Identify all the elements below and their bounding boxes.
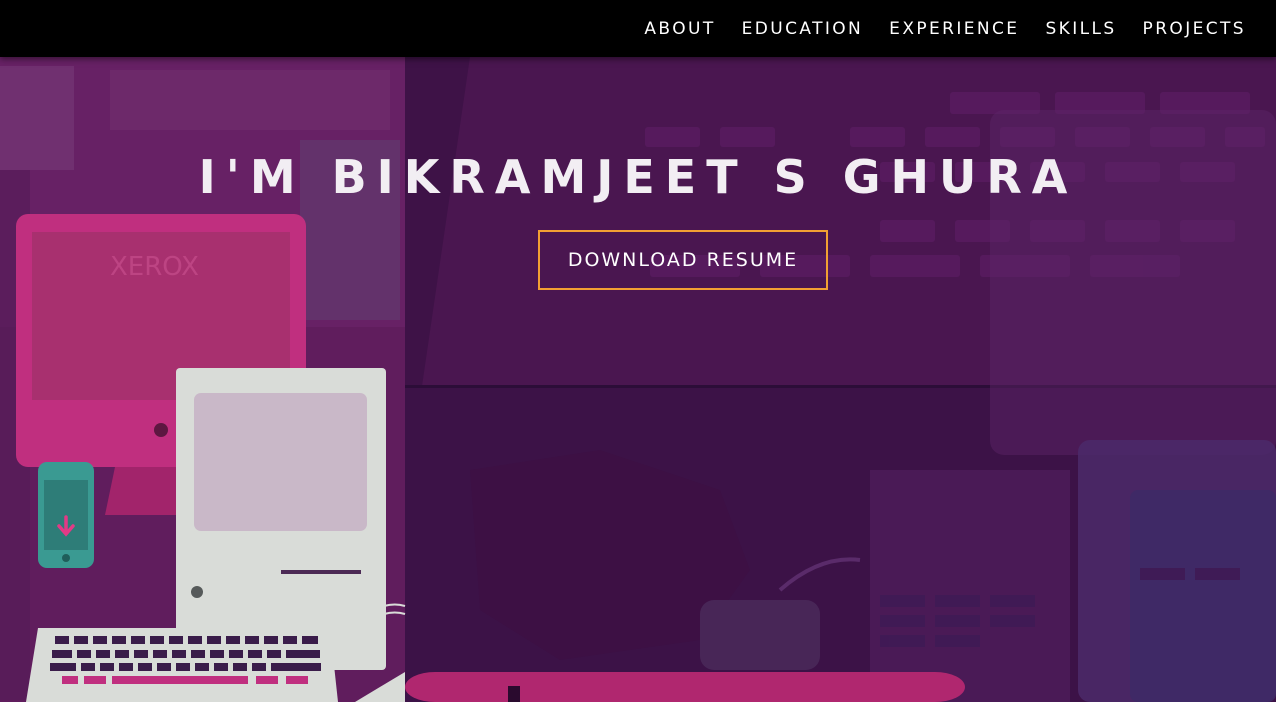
top-navbar: ABOUT EDUCATION EXPERIENCE SKILLS PROJEC… [0,0,1276,57]
hero-background-illustration: XEROX [0,0,1276,702]
hero-title: I'M BIKRAMJEET S GHURA [198,150,1078,204]
nav-experience-link[interactable]: EXPERIENCE [889,19,1019,39]
svg-text:XEROX: XEROX [110,252,199,282]
nav-about-link[interactable]: ABOUT [644,19,715,39]
download-resume-button[interactable]: DOWNLOAD RESUME [538,230,828,290]
nav-projects-link[interactable]: PROJECTS [1143,19,1246,39]
nav-skills-link[interactable]: SKILLS [1045,19,1116,39]
nav-education-link[interactable]: EDUCATION [742,19,864,39]
